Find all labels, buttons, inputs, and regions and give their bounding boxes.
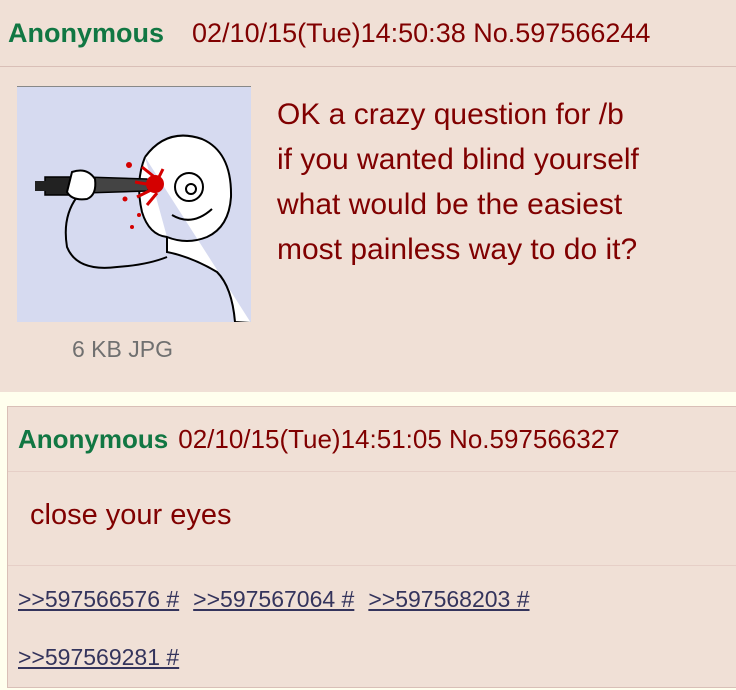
reply-post-number[interactable]: No.597566327 <box>449 424 620 454</box>
op-post: Anonymous 02/10/15(Tue)14:50:38 No.59756… <box>0 0 736 392</box>
backlink[interactable]: >>597567064 # <box>193 586 354 612</box>
stick-figure-knife-eye-image <box>17 87 251 322</box>
op-message-line: OK a crazy question for /b <box>277 98 624 131</box>
op-post-datetime: 02/10/15(Tue)14:50:38 <box>192 17 466 48</box>
backlink[interactable]: >>597568203 # <box>368 586 529 612</box>
op-post-header: Anonymous 02/10/15(Tue)14:50:38 No.59756… <box>0 0 736 67</box>
op-message-line: most painless way to do it? <box>277 233 638 266</box>
backlink-row: >>597569281 # <box>18 644 193 671</box>
op-message-line: what would be the easiest <box>277 188 623 221</box>
backlink-row: >>597566576 # >>597567064 # >>597568203 # <box>18 586 544 613</box>
op-message-line: if you wanted blind yourself <box>277 143 639 176</box>
op-post-meta: 02/10/15(Tue)14:50:38 No.597566244 <box>192 18 650 49</box>
reply-poster-name: Anonymous <box>18 423 169 454</box>
backlink[interactable]: >>597566576 # <box>18 586 179 612</box>
reply-post-meta: 02/10/15(Tue)14:51:05 No.597566327 <box>178 424 619 455</box>
op-post-number[interactable]: No.597566244 <box>473 18 650 48</box>
op-image-thumbnail[interactable] <box>17 86 251 322</box>
backlink[interactable]: >>597569281 # <box>18 644 179 670</box>
op-file-info: 6 KB JPG <box>72 336 173 362</box>
reply-backlinks: >>597566576 # >>597567064 # >>597568203 # … <box>8 565 736 690</box>
op-post-message: OK a crazy question for /b if you wanted… <box>277 92 722 272</box>
reply-post-message: close your eyes <box>30 499 232 531</box>
reply-post: Anonymous 02/10/15(Tue)14:51:05 No.59756… <box>7 406 736 688</box>
op-poster-name: Anonymous <box>8 17 165 48</box>
reply-post-header: Anonymous 02/10/15(Tue)14:51:05 No.59756… <box>8 407 736 472</box>
reply-post-datetime: 02/10/15(Tue)14:51:05 <box>178 423 442 454</box>
